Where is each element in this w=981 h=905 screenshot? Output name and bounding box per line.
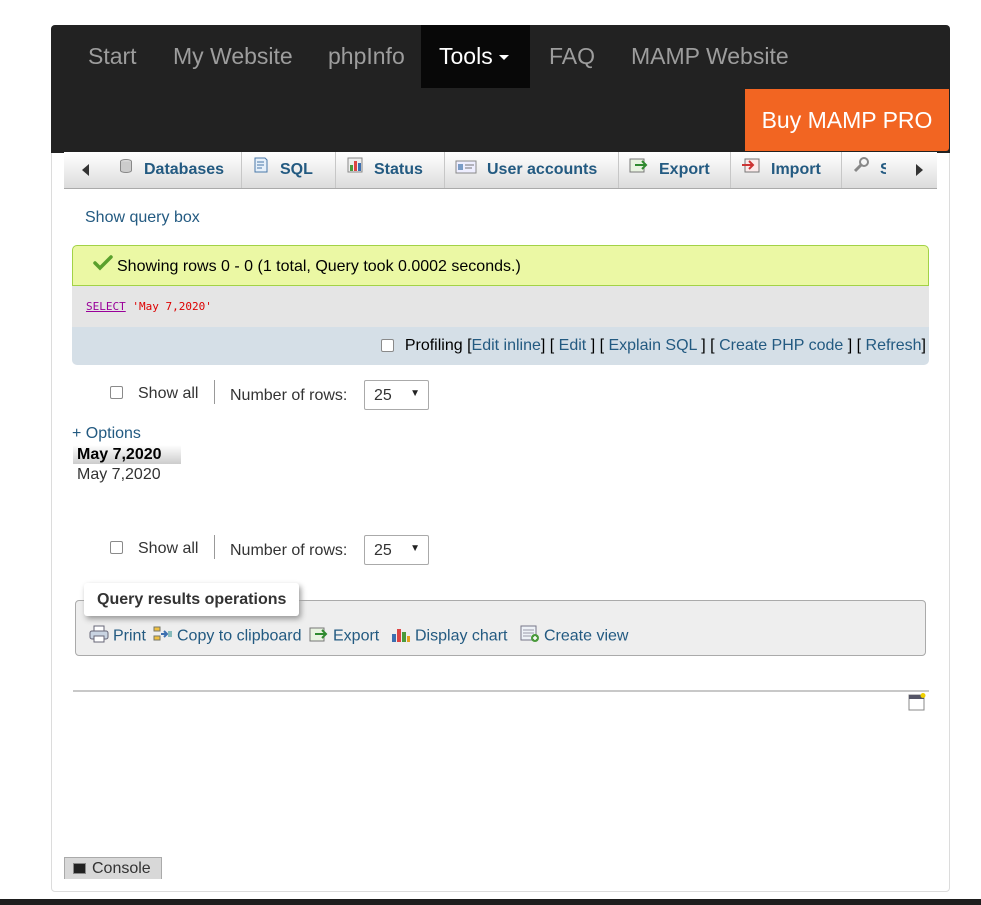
success-text: Showing rows 0 - 0 (1 total, Query took … — [117, 258, 521, 275]
sql-string: 'May 7,2020' — [132, 300, 212, 313]
chart-icon — [391, 625, 411, 648]
profiling-label: Profiling — [404, 337, 463, 354]
database-icon — [118, 152, 134, 188]
show-all-label: Show all — [138, 385, 199, 402]
table-cell: May 7,2020 — [77, 466, 161, 483]
nav-faq[interactable]: FAQ — [549, 25, 595, 88]
number-of-rows-select[interactable]: 25 ▼ — [364, 535, 429, 565]
tab-user-accounts-label: User accounts — [487, 161, 598, 179]
printer-icon — [89, 625, 109, 648]
nav-tools[interactable]: Tools — [421, 25, 530, 88]
nav-my-website[interactable]: My Website — [173, 25, 293, 88]
nav-phpinfo[interactable]: phpInfo — [328, 25, 405, 88]
tab-user-accounts[interactable]: User accounts — [445, 152, 619, 188]
sql-keyword[interactable]: SELECT — [86, 300, 126, 313]
profiling-checkbox[interactable] — [381, 339, 395, 353]
operations-export-label: Export — [333, 627, 380, 645]
create-view-link[interactable]: Create view — [520, 625, 628, 648]
divider — [214, 380, 215, 404]
number-of-rows-label: Number of rows: — [230, 387, 348, 404]
console-icon — [73, 863, 86, 875]
column-header[interactable]: May 7,2020 — [73, 445, 181, 464]
server-tab-bar: Databases SQL Status User accounts Expor… — [64, 152, 937, 189]
tab-settings[interactable]: S — [842, 152, 902, 188]
print-label: Print — [113, 627, 146, 645]
number-of-rows-select[interactable]: 25 ▼ — [364, 380, 429, 410]
window-bottom-edge — [0, 899, 981, 905]
import-icon — [741, 152, 761, 188]
user-accounts-icon — [455, 152, 477, 188]
scroll-right-icon[interactable] — [916, 164, 923, 176]
tab-import[interactable]: Import — [731, 152, 842, 188]
checkmark-icon — [93, 246, 113, 287]
nav-start[interactable]: Start — [88, 25, 137, 88]
number-of-rows-label: Number of rows: — [230, 542, 348, 559]
export-icon — [309, 625, 329, 648]
divider — [73, 690, 929, 692]
tab-export-label: Export — [659, 161, 710, 179]
tab-sql-label: SQL — [280, 161, 313, 179]
wrench-icon — [852, 152, 870, 188]
rows-value: 25 — [374, 387, 392, 404]
tab-export[interactable]: Export — [619, 152, 731, 188]
copy-to-clipboard-link[interactable]: Copy to clipboard — [153, 625, 302, 648]
tab-databases-label: Databases — [144, 161, 225, 179]
tab-databases[interactable]: Databases — [108, 152, 242, 188]
refresh-link[interactable]: Refresh — [866, 337, 922, 354]
status-icon — [346, 152, 364, 188]
show-all-checkbox[interactable] — [110, 386, 123, 399]
explain-sql-link[interactable]: Explain SQL — [608, 337, 696, 354]
create-php-code-link[interactable]: Create PHP code — [719, 337, 843, 354]
dropdown-arrow-icon: ▼ — [410, 543, 420, 554]
edit-inline-link[interactable]: Edit inline — [472, 337, 541, 354]
nav-mamp-website[interactable]: MAMP Website — [631, 25, 789, 88]
tab-status-label: Status — [374, 161, 423, 179]
divider — [214, 535, 215, 559]
dropdown-arrow-icon: ▼ — [410, 388, 420, 399]
tab-import-label: Import — [771, 161, 821, 179]
tab-settings-label: S — [880, 152, 886, 188]
operations-title: Query results operations — [84, 583, 300, 616]
create-view-icon — [520, 625, 540, 648]
buy-mamp-pro-button[interactable]: Buy MAMP PRO — [745, 89, 949, 151]
console-label: Console — [92, 860, 151, 877]
create-view-label: Create view — [544, 627, 629, 645]
nav-tools-label: Tools — [439, 43, 493, 69]
console-toggle[interactable]: Console — [64, 857, 162, 879]
show-all-checkbox[interactable] — [110, 541, 123, 554]
edit-link[interactable]: Edit — [559, 337, 587, 354]
tab-sql[interactable]: SQL — [242, 152, 336, 188]
operations-export-link[interactable]: Export — [309, 625, 379, 648]
sql-query-display: SELECT 'May 7,2020' — [72, 286, 929, 327]
page-settings-icon[interactable] — [908, 693, 926, 711]
scroll-left-icon[interactable] — [82, 164, 89, 176]
print-link[interactable]: Print — [89, 625, 146, 648]
mamp-navbar: Start My Website phpInfo Tools FAQ MAMP … — [51, 25, 950, 153]
copy-to-clipboard-label: Copy to clipboard — [177, 627, 302, 645]
export-icon — [629, 152, 649, 188]
rows-value: 25 — [374, 542, 392, 559]
success-message: Showing rows 0 - 0 (1 total, Query took … — [72, 245, 929, 286]
show-all-label: Show all — [138, 540, 199, 557]
display-chart-label: Display chart — [415, 627, 508, 645]
options-toggle[interactable]: + Options — [72, 425, 141, 443]
chevron-down-icon — [498, 55, 509, 61]
sql-tools-bar: Profiling [Edit inline] [ Edit ] [ Expla… — [72, 327, 929, 365]
clipboard-icon — [153, 625, 173, 648]
tab-status[interactable]: Status — [336, 152, 445, 188]
show-query-box-link[interactable]: Show query box — [85, 209, 200, 227]
display-chart-link[interactable]: Display chart — [391, 625, 507, 648]
sql-icon — [252, 152, 270, 188]
